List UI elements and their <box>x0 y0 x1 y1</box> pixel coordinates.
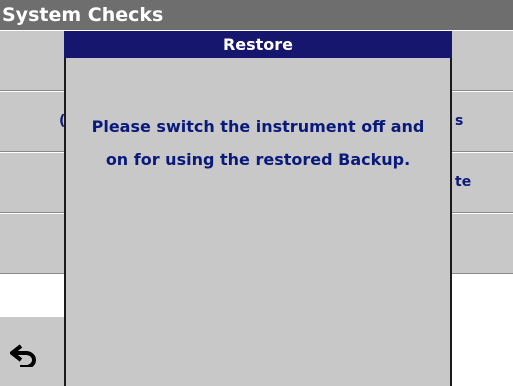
back-arrow-icon <box>10 344 36 367</box>
list-item-label-right: te <box>455 174 472 190</box>
dialog-message: Please switch the instrument off and on … <box>91 117 425 169</box>
list-item-label-right: s <box>455 113 464 129</box>
restore-dialog: Restore Please switch the instrument off… <box>64 31 452 386</box>
dialog-title: Restore <box>64 31 452 58</box>
screen-title: System Checks <box>0 0 513 30</box>
